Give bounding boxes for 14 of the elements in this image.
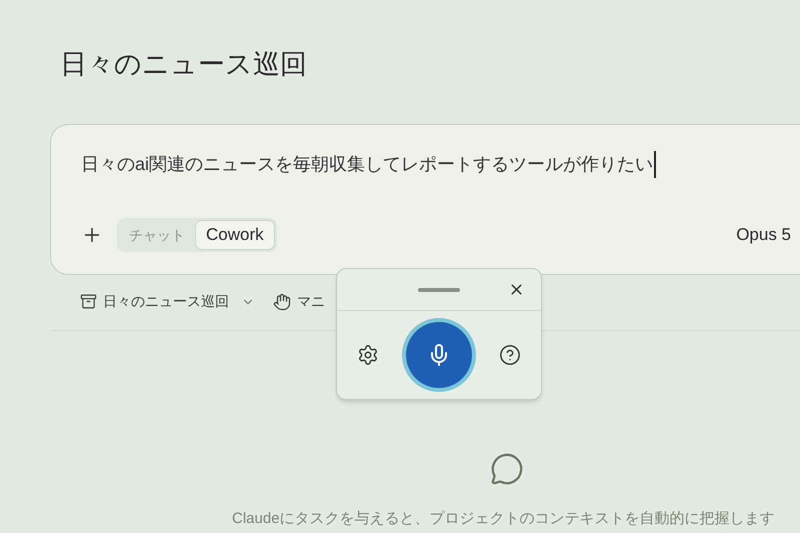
mic-button[interactable] (406, 322, 472, 388)
help-icon[interactable] (499, 344, 521, 366)
page-title: 日々のニュース巡回 (60, 48, 307, 81)
hand-icon (273, 292, 291, 310)
folder-icon (80, 293, 97, 310)
mode-tab[interactable]: Cowork (195, 220, 275, 250)
chat-bubble-icon (490, 452, 524, 486)
prompt-input[interactable]: 日々のai関連のニュースを毎朝収集してレポートするツールが作りたい (81, 151, 656, 178)
model-name[interactable]: Opus 5 (736, 222, 791, 248)
drag-handle[interactable] (418, 288, 460, 292)
empty-state-text: Claudeにタスクを与えると、プロジェクトのコンテキストを自動的に把握します (232, 509, 775, 529)
project-item[interactable]: マニ (297, 291, 325, 312)
project-name[interactable]: 日々のニュース巡回 (103, 291, 229, 312)
settings-icon[interactable] (357, 344, 379, 366)
